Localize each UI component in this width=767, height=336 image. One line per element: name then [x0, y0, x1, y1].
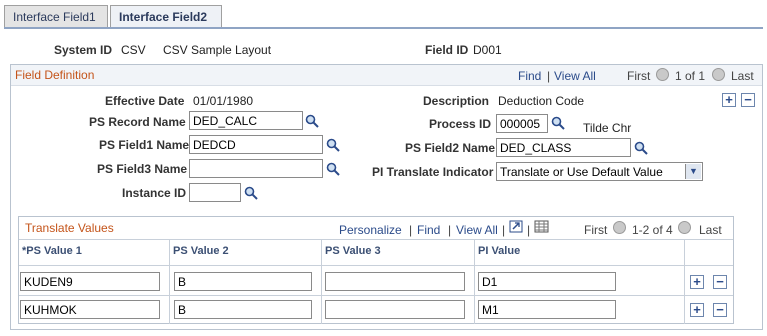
row-delete-minus-icon[interactable]: − [713, 303, 727, 317]
ps-field2-input[interactable]: DED_CLASS [496, 138, 631, 157]
ps-record-lookup-icon[interactable] [305, 114, 319, 128]
grid-next-arrow-icon[interactable] [678, 221, 691, 234]
last-label: Last [731, 69, 754, 83]
pi-value-input[interactable]: D1 [478, 272, 616, 291]
ps-field3-label: PS Field3 Name [97, 162, 188, 176]
system-id-value: CSV [121, 43, 146, 57]
delete-row-minus-icon[interactable]: − [741, 93, 755, 107]
instance-id-label: Instance ID [122, 186, 187, 200]
effective-date-label: Effective Date [105, 94, 185, 108]
field-id-value: D001 [473, 43, 502, 57]
first-label: First [627, 69, 651, 83]
personalize-link[interactable]: Personalize [339, 223, 402, 237]
ps-value-1-input[interactable]: KUDEN9 [20, 272, 160, 291]
process-id-lookup-icon[interactable] [551, 116, 565, 130]
col-ps-value-1: *PS Value 1 [22, 245, 82, 257]
ps-value-1-input[interactable]: KUHMOK [20, 300, 160, 319]
ps-value-3-input[interactable] [325, 272, 465, 291]
field-definition-header: Field Definition Find | View All First 1… [11, 65, 762, 86]
grid-first-label: First [584, 223, 608, 237]
pi-value-input[interactable]: M1 [478, 300, 616, 319]
ps-field3-input[interactable] [189, 159, 323, 178]
grid-last-label: Last [699, 223, 722, 237]
range-label: 1 of 1 [675, 69, 706, 83]
row-delete-minus-icon[interactable]: − [713, 275, 727, 289]
description-value: Deduction Code [498, 94, 585, 108]
tab-underline [4, 27, 763, 29]
download-grid-icon[interactable] [534, 220, 549, 233]
ps-field2-lookup-icon[interactable] [634, 141, 648, 155]
ps-value-2-input[interactable]: B [174, 300, 312, 319]
instance-id-lookup-icon[interactable] [244, 186, 258, 200]
pi-translate-select[interactable]: Translate or Use Default Value [496, 162, 703, 181]
ps-record-label: PS Record Name [89, 115, 186, 129]
grid-range-label: 1-2 of 4 [632, 223, 673, 237]
system-description: CSV Sample Layout [163, 43, 272, 57]
grid-prev-arrow-icon[interactable] [613, 221, 626, 234]
ps-record-input[interactable]: DED_CALC [189, 111, 303, 130]
col-ps-value-3: PS Value 3 [325, 245, 381, 257]
process-id-label: Process ID [429, 117, 492, 131]
row-add-plus-icon[interactable]: + [690, 303, 704, 317]
zoom-icon[interactable] [509, 220, 523, 233]
ps-field2-label: PS Field2 Name [405, 141, 496, 155]
nav-separator: | [547, 69, 551, 83]
ps-value-3-input[interactable] [325, 300, 465, 319]
ps-field1-input[interactable]: DEDCD [189, 135, 323, 154]
find-link[interactable]: Find [518, 69, 541, 83]
grid-view-all-link[interactable]: View All [456, 223, 498, 237]
col-ps-value-2: PS Value 2 [173, 245, 229, 257]
ps-field1-label: PS Field1 Name [99, 138, 190, 152]
prev-arrow-icon[interactable] [656, 68, 669, 81]
ps-value-2-input[interactable]: B [174, 272, 312, 291]
ps-field3-lookup-icon[interactable] [326, 162, 340, 176]
instance-id-input[interactable] [189, 183, 241, 202]
view-all-link[interactable]: View All [554, 69, 596, 83]
system-id-label: System ID [54, 43, 113, 57]
description-label: Description [423, 94, 490, 108]
next-arrow-icon[interactable] [712, 68, 725, 81]
col-pi-value: PI Value [478, 245, 521, 257]
translate-values-title: Translate Values [25, 221, 114, 235]
grid-find-link[interactable]: Find [417, 223, 440, 237]
tab-interface-field2[interactable]: Interface Field2 [110, 5, 222, 28]
add-row-plus-icon[interactable]: + [722, 93, 736, 107]
ps-field1-lookup-icon[interactable] [326, 138, 340, 152]
pi-translate-label: PI Translate Indicator [372, 165, 494, 179]
chevron-down-icon[interactable]: ▼ [685, 164, 701, 179]
row-add-plus-icon[interactable]: + [690, 275, 704, 289]
process-id-description: Tilde Chr [583, 121, 632, 135]
field-definition-title: Field Definition [15, 68, 95, 82]
process-id-input[interactable]: 000005 [496, 114, 548, 133]
tab-interface-field1[interactable]: Interface Field1 [4, 5, 108, 27]
field-id-label: Field ID [425, 43, 469, 57]
effective-date-value: 01/01/1980 [193, 94, 254, 108]
